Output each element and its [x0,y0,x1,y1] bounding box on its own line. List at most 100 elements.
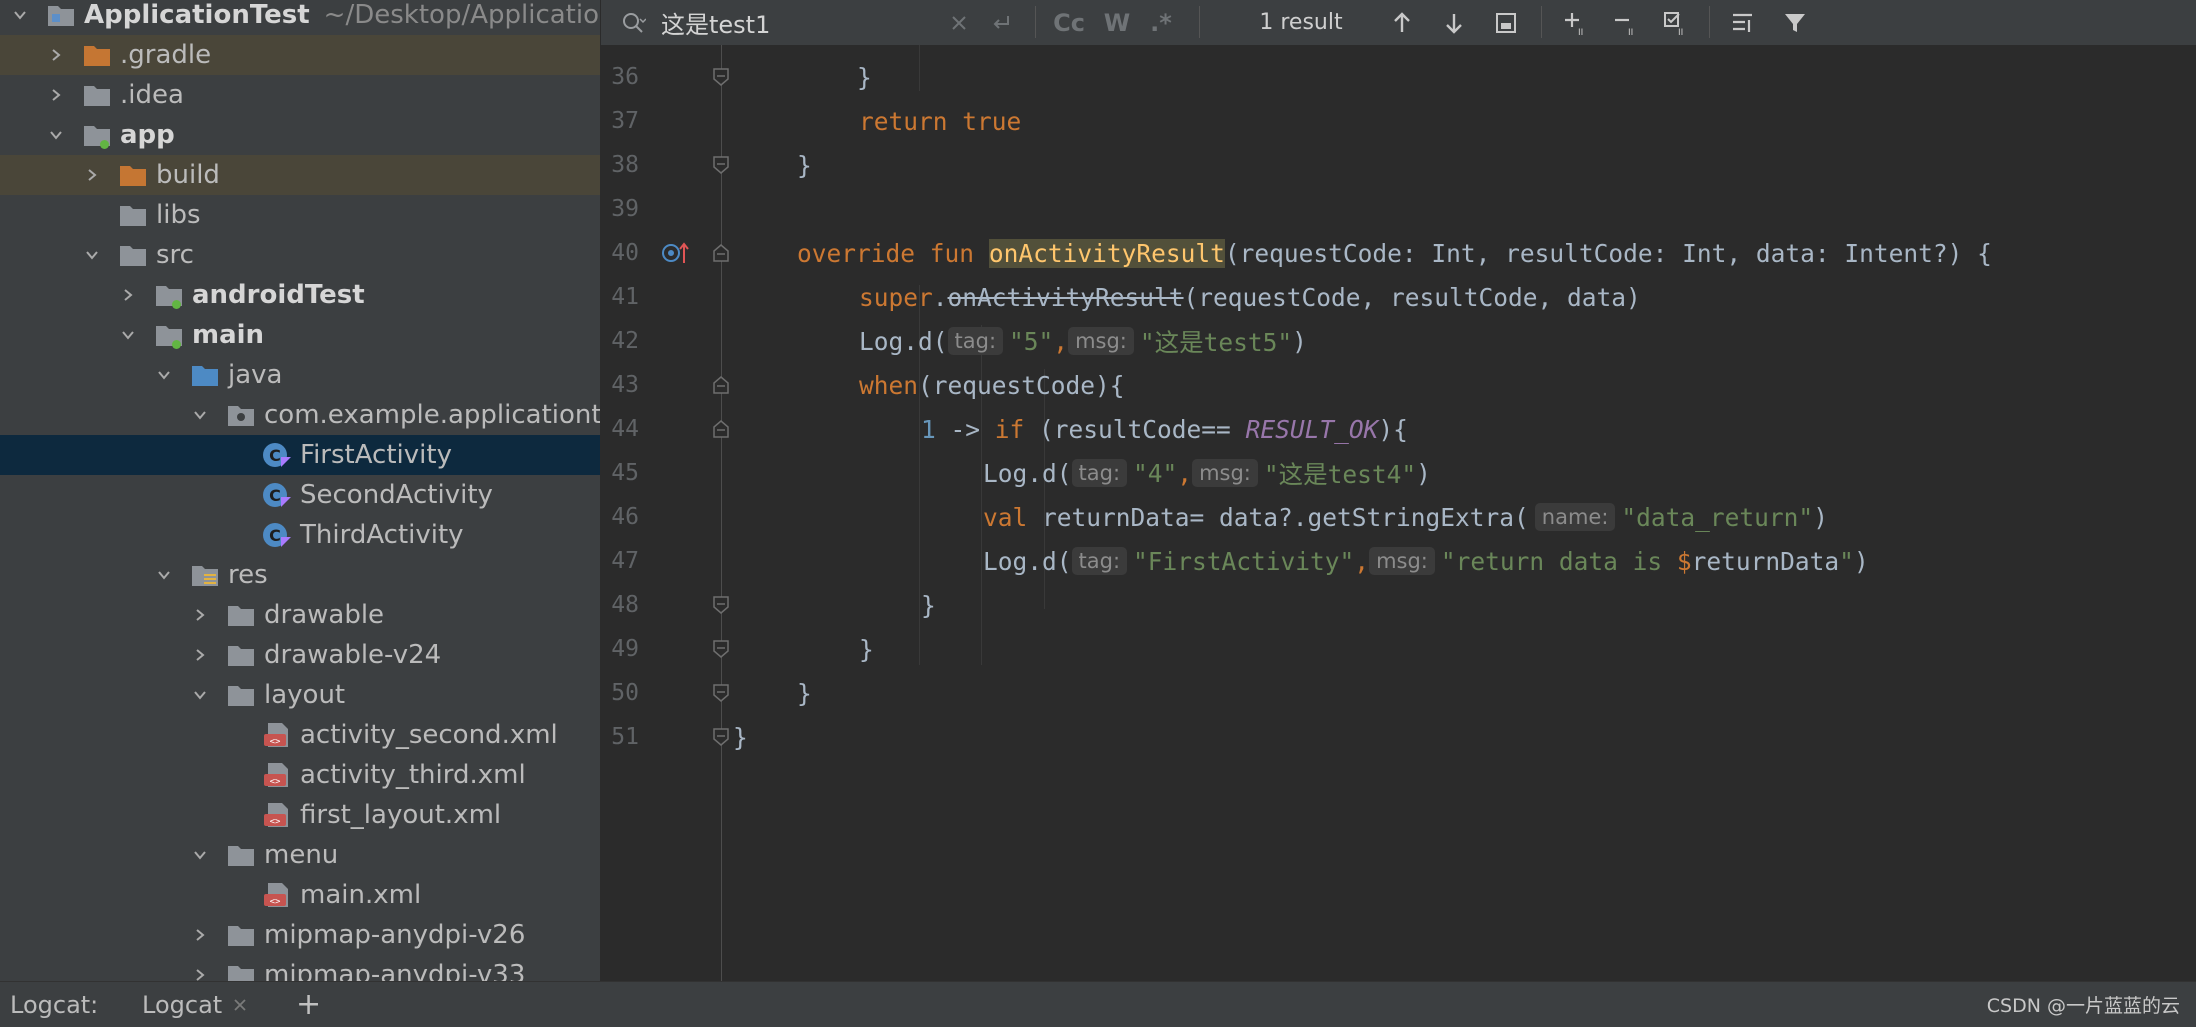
project-root-path: ~/Desktop/ApplicationTe [323,0,600,30]
tree-item-activity-second-xml[interactable]: <> activity_second.xml [0,715,600,755]
tree-item-label: activity_second.xml [300,720,558,750]
chevron-down-icon[interactable] [44,115,68,155]
chevron-down-icon[interactable] [188,395,212,435]
tree-item-idea[interactable]: .idea [0,75,600,115]
tree-item-drawable[interactable]: drawable [0,595,600,635]
svg-text:<>: <> [270,777,281,787]
fold-end-icon[interactable] [713,684,729,702]
fold-end-icon[interactable] [713,68,729,86]
new-line-icon[interactable] [981,0,1021,45]
remove-occurrence-icon[interactable]: II [1603,0,1647,45]
code-line[interactable]: 43 when(requestCode){ [601,363,2196,407]
chevron-down-icon[interactable] [152,555,176,595]
chevron-down-icon[interactable] [80,235,104,275]
fold-end-icon[interactable] [713,596,729,614]
code-line[interactable]: 46 val returnData= data?.getStringExtra(… [601,495,2196,539]
tree-root[interactable]: ApplicationTest ~/Desktop/ApplicationTe [0,0,600,35]
previous-occurrence-icon[interactable] [1381,0,1423,45]
kotlin-class-icon: C [262,475,292,515]
search-options-icon[interactable] [1721,0,1765,45]
code-line[interactable]: 47 Log.d(tag: "FirstActivity", msg: "return… [601,539,2196,583]
fold-end-icon[interactable] [713,728,729,746]
code-line[interactable]: 51 } [601,715,2196,759]
chevron-down-icon[interactable] [116,315,140,355]
fold-end-icon[interactable] [713,156,729,174]
fold-end-icon[interactable] [713,640,729,658]
clear-search-icon[interactable] [941,0,977,45]
filter-icon[interactable] [1773,0,1817,45]
code-line[interactable]: 45 Log.d(tag: "4", msg: "这是test4") [601,451,2196,495]
search-input[interactable] [661,6,921,38]
code-line[interactable]: 48 } [601,583,2196,627]
code-line[interactable]: 42 Log.d(tag: "5", msg: "这是test5") [601,319,2196,363]
code-line[interactable]: 36 } [601,55,2196,99]
next-occurrence-icon[interactable] [1433,0,1475,45]
code-line[interactable]: 37 return true [601,99,2196,143]
parameter-hint: tag: [1071,547,1128,575]
tree-item-mipmap-anydpi-v26[interactable]: mipmap-anydpi-v26 [0,915,600,955]
chevron-down-icon[interactable] [152,355,176,395]
open-in-window-icon[interactable] [1485,0,1527,45]
fold-start-icon[interactable] [713,244,729,262]
tree-item-label: libs [156,200,201,230]
whole-words-toggle[interactable]: W [1097,0,1137,45]
tree-item-secondactivity[interactable]: C SecondActivity [0,475,600,515]
close-tab-icon[interactable] [232,997,248,1013]
tree-item-first-layout-xml[interactable]: <> first_layout.xml [0,795,600,835]
kotlin-class-icon: C [262,435,292,475]
search-history-icon[interactable] [613,0,653,45]
select-all-occurrences-icon[interactable]: II [1653,0,1697,45]
chevron-down-icon[interactable] [188,675,212,715]
chevron-right-icon[interactable] [44,35,68,75]
tree-item-drawable-v24[interactable]: drawable-v24 [0,635,600,675]
tree-item-label: res [228,560,268,590]
code-editor[interactable]: 36 } 37 return true 38 } 39 40 override … [601,45,2196,981]
override-method-icon[interactable] [661,241,691,265]
add-tab-button[interactable]: + [296,982,321,1027]
deprecated-call: onActivityResult [947,282,1184,312]
chevron-down-icon[interactable] [188,835,212,875]
tree-item-app[interactable]: app [0,115,600,155]
match-case-toggle[interactable]: Cc [1047,0,1091,45]
tree-item-layout[interactable]: layout [0,675,600,715]
tab-logcat[interactable]: Logcat [142,982,248,1027]
tree-item-gradle[interactable]: .gradle [0,35,600,75]
code-line[interactable]: 39 [601,187,2196,231]
chevron-right-icon[interactable] [188,955,212,981]
tree-item-androidtest[interactable]: androidTest [0,275,600,315]
line-number: 45 [611,460,639,486]
fold-start-icon[interactable] [713,376,729,394]
tree-item-firstactivity[interactable]: C FirstActivity [0,435,600,475]
chevron-right-icon[interactable] [116,275,140,315]
tree-item-res[interactable]: res [0,555,600,595]
tree-item-libs[interactable]: libs [0,195,600,235]
chevron-right-icon[interactable] [188,595,212,635]
folder-icon [226,955,256,981]
tree-item-package[interactable]: com.example.applicationtes [0,395,600,435]
tree-item-build[interactable]: build [0,155,600,195]
tree-item-main[interactable]: main [0,315,600,355]
tree-item-activity-third-xml[interactable]: <> activity_third.xml [0,755,600,795]
fold-start-icon[interactable] [713,420,729,438]
tree-item-menu[interactable]: menu [0,835,600,875]
chevron-right-icon[interactable] [188,635,212,675]
chevron-down-icon[interactable] [8,0,32,35]
regex-toggle[interactable]: .* [1141,0,1181,45]
code-line[interactable]: 40 override fun onActivityResult(request… [601,231,2196,275]
code-line[interactable]: 41 super.onActivityResult(requestCode, r… [601,275,2196,319]
tree-item-src[interactable]: src [0,235,600,275]
chevron-right-icon[interactable] [44,75,68,115]
tree-item-thirdactivity[interactable]: C ThirdActivity [0,515,600,555]
code-line[interactable]: 49 } [601,627,2196,671]
add-occurrence-icon[interactable]: II [1553,0,1597,45]
code-line[interactable]: 50 } [601,671,2196,715]
chevron-right-icon[interactable] [80,155,104,195]
code-text: Log.d(tag: "5", msg: "这是test5") [859,326,1307,357]
tree-item-mipmap-anydpi-v33[interactable]: mipmap-anydpi-v33 [0,955,600,981]
tree-item-java[interactable]: java [0,355,600,395]
chevron-right-icon[interactable] [188,915,212,955]
tree-item-main-xml[interactable]: <> main.xml [0,875,600,915]
tree-item-label: src [156,240,194,270]
code-line[interactable]: 44 1 -> if (resultCode== RESULT_OK){ [601,407,2196,451]
code-line[interactable]: 38 } [601,143,2196,187]
